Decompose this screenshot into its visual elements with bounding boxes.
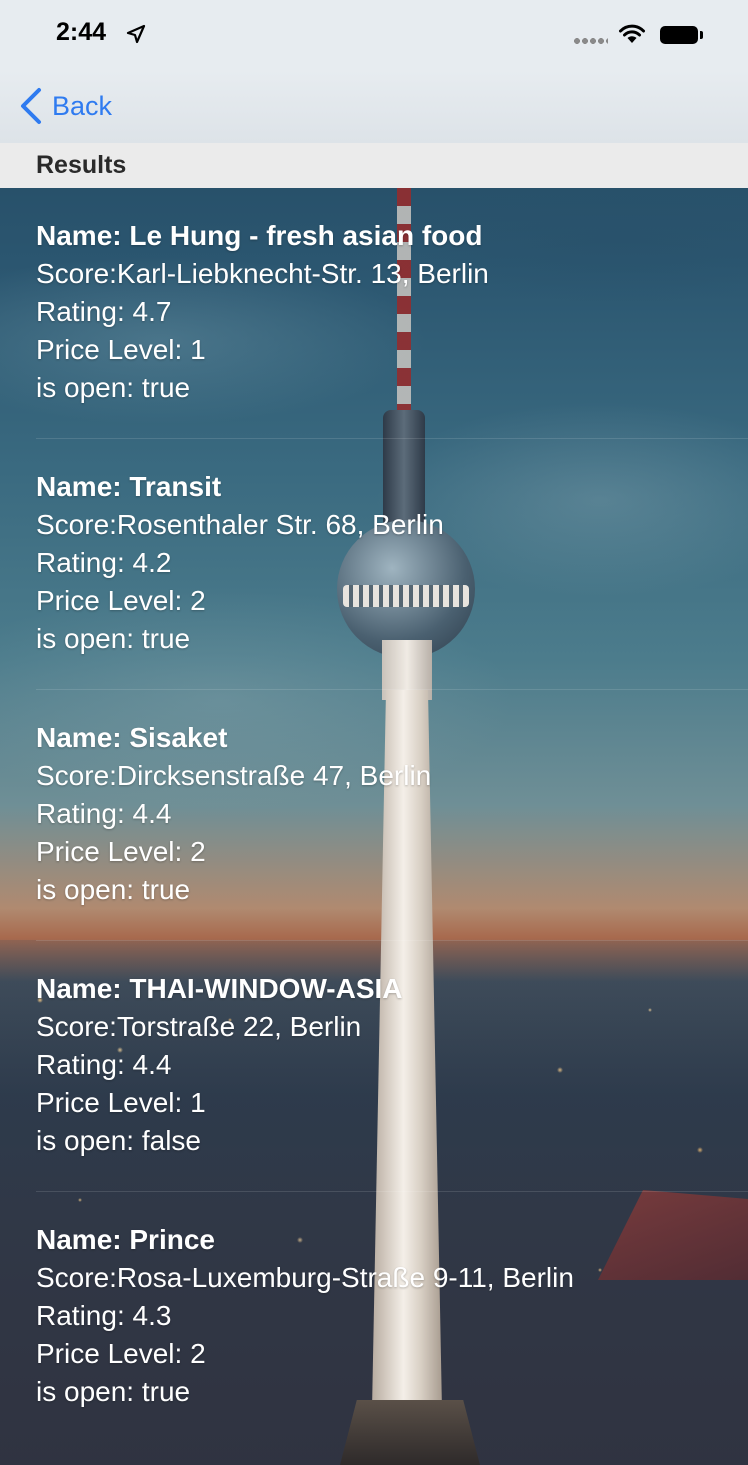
result-rating: Rating: 4.3 — [36, 1300, 172, 1331]
back-label: Back — [52, 90, 113, 121]
battery-icon — [660, 26, 698, 44]
result-open-status: is open: false — [36, 1125, 201, 1156]
result-name: Name: THAI-WINDOW-ASIA — [36, 973, 403, 1004]
chevron-left-icon — [21, 88, 41, 124]
navigation-bar: Back — [0, 70, 748, 143]
battery-tip-icon — [700, 31, 703, 39]
list-item[interactable]: Name: THAI-WINDOW-ASIA Score:Torstraße 2… — [0, 941, 748, 1192]
result-score: Score:Torstraße 22, Berlin — [36, 1011, 362, 1042]
results-list: Name: Le Hung - fresh asian food Score:K… — [0, 188, 748, 1465]
list-item[interactable]: Name: Le Hung - fresh asian food Score:K… — [0, 188, 748, 439]
back-button[interactable]: Back — [18, 86, 112, 126]
result-price-level: Price Level: 2 — [36, 1338, 206, 1369]
result-name: Name: Transit — [36, 471, 222, 502]
result-rating: Rating: 4.2 — [36, 547, 172, 578]
list-item[interactable]: Name: Transit Score:Rosenthaler Str. 68,… — [0, 439, 748, 690]
signal-dots-icon — [574, 38, 608, 44]
result-rating: Rating: 4.7 — [36, 296, 172, 327]
section-header: Results — [0, 143, 748, 188]
wifi-icon — [619, 24, 645, 43]
result-score: Score:Rosa-Luxemburg-Straße 9-11, Berlin — [36, 1262, 574, 1293]
status-time: 2:44 — [56, 18, 107, 46]
result-price-level: Price Level: 1 — [36, 334, 206, 365]
list-item[interactable]: Name: Sisaket Score:Dircksenstraße 47, B… — [0, 690, 748, 941]
result-open-status: is open: true — [36, 623, 191, 654]
result-rating: Rating: 4.4 — [36, 1049, 172, 1080]
result-price-level: Price Level: 2 — [36, 585, 206, 616]
result-score: Score:Rosenthaler Str. 68, Berlin — [36, 509, 444, 540]
result-name: Name: Sisaket — [36, 722, 228, 753]
result-price-level: Price Level: 2 — [36, 836, 206, 867]
location-arrow-icon — [126, 24, 146, 44]
result-rating: Rating: 4.4 — [36, 798, 172, 829]
result-open-status: is open: true — [36, 1376, 191, 1407]
result-name: Name: Le Hung - fresh asian food — [36, 220, 483, 251]
list-item[interactable]: Name: Prince Score:Rosa-Luxemburg-Straße… — [0, 1192, 748, 1443]
section-title: Results — [36, 151, 127, 179]
result-name: Name: Prince — [36, 1224, 215, 1255]
result-price-level: Price Level: 1 — [36, 1087, 206, 1118]
status-bar: 2:44 — [0, 0, 748, 70]
result-score: Score:Dircksenstraße 47, Berlin — [36, 760, 432, 791]
result-open-status: is open: true — [36, 372, 191, 403]
result-score: Score:Karl-Liebknecht-Str. 13, Berlin — [36, 258, 489, 289]
result-open-status: is open: true — [36, 874, 191, 905]
